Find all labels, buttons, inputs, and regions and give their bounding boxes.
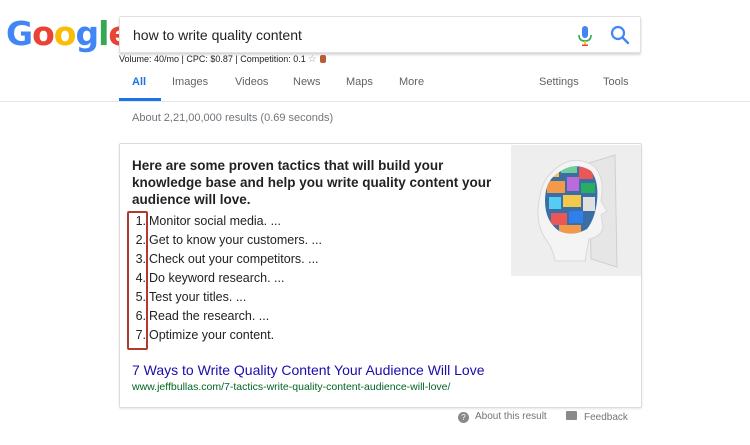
about-label: About this result	[475, 411, 547, 422]
keyword-stats-text: Volume: 40/mo | CPC: $0.87 | Competition…	[119, 54, 306, 64]
step-text: Check out your competitors. ...	[149, 252, 319, 266]
help-icon: ?	[458, 412, 469, 423]
number-highlight-box	[127, 211, 148, 350]
logo-letter: l	[98, 14, 109, 53]
step-text: Monitor social media. ...	[149, 214, 281, 228]
search-icon[interactable]	[609, 24, 631, 46]
list-item: 7. Optimize your content.	[128, 328, 322, 347]
step-text: Do keyword research. ...	[149, 271, 285, 285]
microphone-icon[interactable]	[575, 25, 595, 47]
head-collage-image[interactable]	[511, 145, 641, 276]
feedback-label: Feedback	[584, 412, 628, 423]
star-icon[interactable]: ☆	[308, 54, 317, 65]
search-input[interactable]	[133, 17, 563, 52]
logo-letter: g	[75, 14, 99, 53]
logo-letter: o	[53, 14, 77, 53]
tab-videos[interactable]: Videos	[235, 76, 268, 88]
result-url: www.jeffbullas.com/7-tactics-write-quali…	[132, 381, 451, 393]
list-item: 2. Get to know your customers. ...	[128, 233, 322, 252]
tab-tools[interactable]: Tools	[603, 76, 629, 88]
feedback-icon	[566, 411, 577, 420]
coin-icon[interactable]	[319, 55, 326, 63]
step-text: Test your titles. ...	[149, 290, 247, 304]
search-tabs: All Images Videos News Maps More Setting…	[0, 70, 750, 102]
tab-more[interactable]: More	[399, 76, 424, 88]
result-stats: About 2,21,00,000 results (0.69 seconds)	[132, 112, 334, 124]
about-this-result[interactable]: ? About this result	[458, 411, 547, 423]
snippet-heading: Here are some proven tactics that will b…	[132, 158, 492, 207]
google-logo[interactable]: Google	[6, 14, 131, 53]
tab-all[interactable]: All	[132, 76, 146, 88]
logo-letter: G	[6, 14, 33, 53]
keyword-stats: Volume: 40/mo | CPC: $0.87 | Competition…	[119, 54, 326, 65]
list-item: 3. Check out your competitors. ...	[128, 252, 322, 271]
list-item: 4. Do keyword research. ...	[128, 271, 322, 290]
snippet-steps: 1. Monitor social media. ... 2. Get to kno…	[128, 214, 322, 347]
result-title-link[interactable]: 7 Ways to Write Quality Content Your Aud…	[132, 362, 485, 378]
active-tab-indicator	[119, 98, 161, 101]
tab-settings[interactable]: Settings	[539, 76, 579, 88]
list-item: 5. Test your titles. ...	[128, 290, 322, 309]
list-item: 6. Read the research. ...	[128, 309, 322, 328]
step-text: Optimize your content.	[149, 328, 275, 342]
tab-images[interactable]: Images	[172, 76, 208, 88]
featured-snippet: Here are some proven tactics that will b…	[119, 143, 642, 408]
tab-news[interactable]: News	[293, 76, 321, 88]
logo-letter: o	[32, 14, 55, 53]
search-box[interactable]	[119, 16, 641, 53]
feedback-link[interactable]: Feedback	[566, 411, 628, 423]
tab-maps[interactable]: Maps	[346, 76, 373, 88]
step-text: Get to know your customers. ...	[149, 233, 322, 247]
list-item: 1. Monitor social media. ...	[128, 214, 322, 233]
search-header: Google Volume: 40/mo | CPC: $0.87 | Comp…	[0, 0, 750, 102]
step-text: Read the research. ...	[149, 309, 270, 323]
